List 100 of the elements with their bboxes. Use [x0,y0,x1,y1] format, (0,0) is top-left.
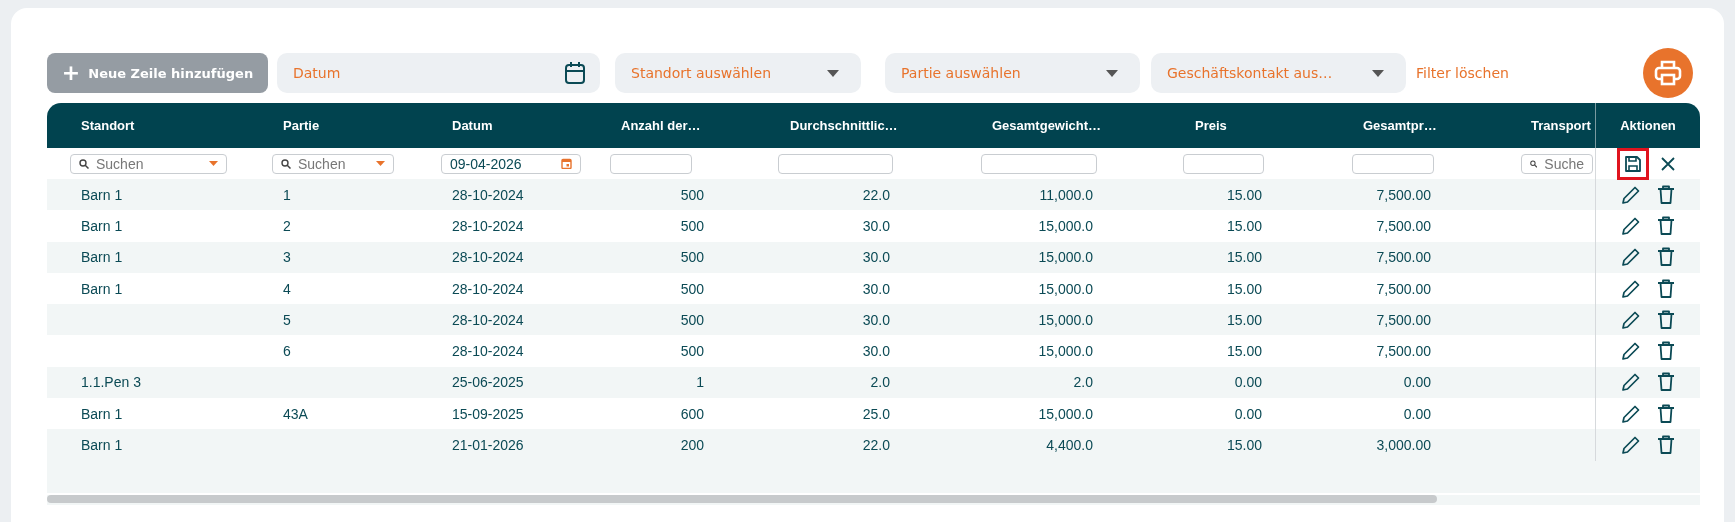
table-cell: 30.0 [862,249,890,266]
table-cell: 500 [680,249,704,266]
table-cell: 200 [680,437,704,453]
trash-icon [1657,215,1675,236]
pencil-icon [1621,309,1641,330]
column-header[interactable]: Preis [1195,118,1227,133]
delete-button[interactable] [1655,433,1677,457]
close-icon [1661,156,1675,171]
scrollbar-thumb[interactable] [47,494,1437,503]
table-cell: 22.0 [862,437,890,453]
trash-icon [1657,403,1675,424]
table-cell: 43A [283,405,308,422]
table-cell: 25.0 [862,405,890,422]
column-header[interactable]: Anzahl der… [621,118,701,133]
table-cell: 21-01-2026 [452,437,524,453]
caret-icon [1372,69,1384,77]
trash-icon [1657,247,1675,268]
filter-input[interactable] [1183,153,1264,174]
caret-icon [827,69,839,77]
trash-icon [1657,341,1675,362]
column-header[interactable]: Gesamtgewicht… [992,118,1102,133]
table-cell: 600 [680,405,704,422]
table-cell: Barn 1 [81,437,123,453]
filter-input[interactable] [778,153,893,174]
table-cell: 5 [283,311,291,328]
calendar-icon [561,158,572,169]
search-icon [1530,158,1538,169]
table-cell: 15.00 [1226,249,1262,266]
save-button[interactable] [1619,149,1647,178]
table-cell: 25-06-2025 [452,374,524,391]
table-cell: Barn 1 [81,249,123,266]
table-cell: 30.0 [862,280,890,297]
trash-icon [1657,309,1675,330]
table-cell: 30.0 [862,217,890,234]
table-cell: 500 [680,280,704,297]
pencil-icon [1621,215,1641,236]
table-cell: 22.0 [862,186,890,203]
table-cell: 15.00 [1226,217,1262,234]
table-cell: 15.00 [1226,311,1262,328]
column-header[interactable]: Transport [1531,118,1591,133]
table-cell: 28-10-2024 [452,311,524,328]
table-cell: 30.0 [862,311,890,328]
column-header[interactable]: Gesamtpr… [1363,118,1437,133]
table-cell: Barn 1 [81,280,123,297]
filter-input[interactable] [610,153,692,174]
table-cell: 15.00 [1226,280,1262,297]
table-cell: 28-10-2024 [452,280,524,297]
search-field[interactable]: Suchen [272,153,394,174]
column-header[interactable]: Datum [452,118,493,133]
table-cell: 15,000.0 [1038,405,1093,422]
table-cell: Barn 1 [81,186,123,203]
print-button[interactable] [1643,48,1693,98]
search-field[interactable]: Suchen [70,153,227,174]
column-header[interactable]: Durchschnittlic… [790,118,898,133]
filter-input[interactable] [1352,153,1434,174]
table-cell: 15.00 [1226,186,1262,203]
table-cell: 4 [283,280,291,297]
pencil-icon [1621,247,1641,268]
table-cell: 7,500.00 [1376,249,1431,266]
table-cell: 7,500.00 [1376,280,1431,297]
table-cell: 3,000.00 [1376,437,1431,453]
filter-input[interactable] [981,153,1097,174]
table-cell: 2.0 [870,374,890,391]
table-cell: 11,000.0 [1039,186,1093,203]
table-cell: 15.00 [1226,437,1262,453]
trash-icon [1657,372,1675,393]
table-cell: 1.1.Pen 3 [81,374,141,391]
table-cell: 7,500.00 [1376,343,1431,360]
pencil-icon [1621,372,1641,393]
close-button[interactable] [1659,154,1677,173]
trash-icon [1657,435,1675,455]
pencil-icon [1621,184,1641,205]
printer-icon [1654,60,1682,86]
table-cell: Barn 1 [81,405,123,422]
table-cell: 15-09-2025 [452,405,524,422]
column-header[interactable]: Standort [81,118,135,133]
search-field[interactable]: Suche [1521,153,1593,174]
table-cell: 30.0 [862,343,890,360]
pencil-icon [1621,435,1641,455]
column-header[interactable]: Partie [283,118,320,133]
calendar-icon [564,61,586,85]
table-cell: 28-10-2024 [452,343,524,360]
table-cell: 28-10-2024 [452,186,524,203]
table-cell: 3 [283,249,291,266]
pencil-icon [1621,341,1641,362]
trash-icon [1657,184,1675,205]
trash-icon [1657,278,1675,299]
table-cell: 15.00 [1226,343,1262,360]
table-cell: 500 [680,217,704,234]
table-cell: 15,000.0 [1038,311,1093,328]
table-cell: 15,000.0 [1038,217,1093,234]
table-cell: 7,500.00 [1376,311,1431,328]
date-field[interactable]: 09-04-2026 [441,153,581,174]
table-cell: 0.00 [1234,405,1262,422]
caret-icon [209,161,218,166]
pencil-icon [1621,278,1641,299]
table-cell: 500 [680,343,704,360]
table-cell: 7,500.00 [1376,217,1431,234]
table-cell: 28-10-2024 [452,217,524,234]
table-cell: 15,000.0 [1038,343,1093,360]
